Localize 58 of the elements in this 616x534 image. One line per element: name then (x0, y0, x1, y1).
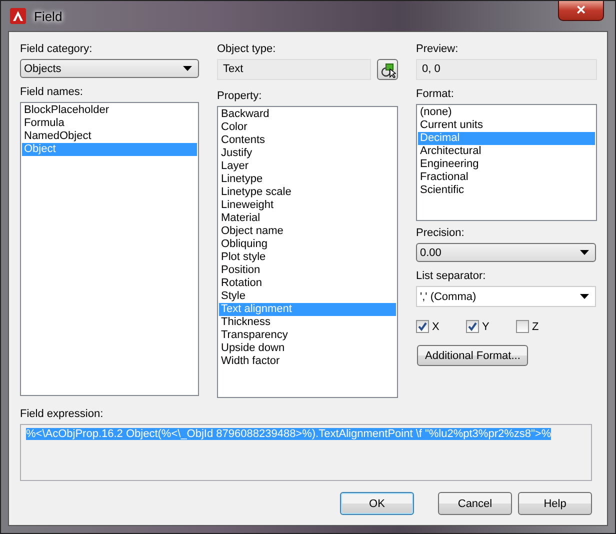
list-item[interactable]: NamedObject (22, 130, 197, 143)
field-label: Field expression: (20, 407, 104, 421)
field-label: Format: (416, 87, 454, 101)
field-label: Preview: (416, 42, 458, 56)
list-item[interactable]: Lineweight (219, 199, 396, 212)
field-label: List separator: (416, 269, 486, 283)
dialog-button[interactable]: OK (340, 492, 414, 515)
list-item[interactable]: BlockPlaceholder (22, 104, 197, 117)
window-title: Field (34, 8, 62, 24)
checkmark-icon (417, 321, 428, 332)
list-item[interactable]: Obliquing (219, 238, 396, 251)
list-item[interactable]: (none) (418, 106, 595, 119)
list-item[interactable]: Current units (418, 119, 595, 132)
list-item[interactable]: Style (219, 290, 396, 303)
list-item[interactable]: Plot style (219, 251, 396, 264)
axis-checkbox[interactable]: Y (466, 320, 516, 333)
list-item[interactable]: Position (219, 264, 396, 277)
field-label: Object type: (217, 42, 276, 56)
list-item[interactable]: Linetype (219, 173, 396, 186)
field-label: Field names: (20, 85, 83, 99)
list-item[interactable]: Formula (22, 117, 197, 130)
axis-checkbox[interactable]: X (416, 320, 466, 333)
field-label: Property: (217, 89, 262, 103)
additional-format-button[interactable]: Additional Format... (417, 345, 528, 366)
list-item[interactable]: Width factor (219, 355, 396, 368)
list-item[interactable]: Transparency (219, 329, 396, 342)
caret-icon (580, 294, 589, 299)
list-item[interactable]: Engineering (418, 158, 595, 171)
list-item[interactable]: Scientific (418, 184, 595, 197)
list-item[interactable]: Architectural (418, 145, 595, 158)
list-item[interactable]: Upside down (219, 342, 396, 355)
list-item[interactable]: Thickness (219, 316, 396, 329)
field-label: Field category: (20, 42, 92, 56)
axis-checkbox[interactable]: Z (516, 320, 566, 333)
field-label: Precision: (416, 226, 464, 240)
list-item[interactable]: Material (219, 212, 396, 225)
list-item[interactable]: Fractional (418, 171, 595, 184)
list-item[interactable]: Rotation (219, 277, 396, 290)
list-item[interactable]: Layer (219, 160, 396, 173)
category-dropdown[interactable]: Objects (20, 59, 199, 78)
select-object-button[interactable] (377, 59, 398, 80)
object-type-field: Text (217, 59, 371, 80)
app-logo-icon (10, 8, 26, 24)
list-item[interactable]: Linetype scale (219, 186, 396, 199)
list-item[interactable]: Backward (219, 108, 396, 121)
list-item[interactable]: Color (219, 121, 396, 134)
list-item[interactable]: Contents (219, 134, 396, 147)
dialog-button[interactable]: Help (518, 492, 592, 515)
close-button[interactable]: × (558, 1, 604, 21)
precision-dropdown[interactable]: 0.00 (416, 243, 596, 262)
preview-field: 0, 0 (416, 59, 597, 80)
caret-icon (580, 250, 589, 255)
caret-icon (183, 66, 192, 71)
list-item[interactable]: Justify (219, 147, 396, 160)
separator-dropdown[interactable]: ',' (Comma) (416, 286, 596, 307)
dialog-button[interactable]: Cancel (438, 492, 512, 515)
list-item[interactable]: Object name (219, 225, 396, 238)
checkmark-icon (467, 321, 478, 332)
